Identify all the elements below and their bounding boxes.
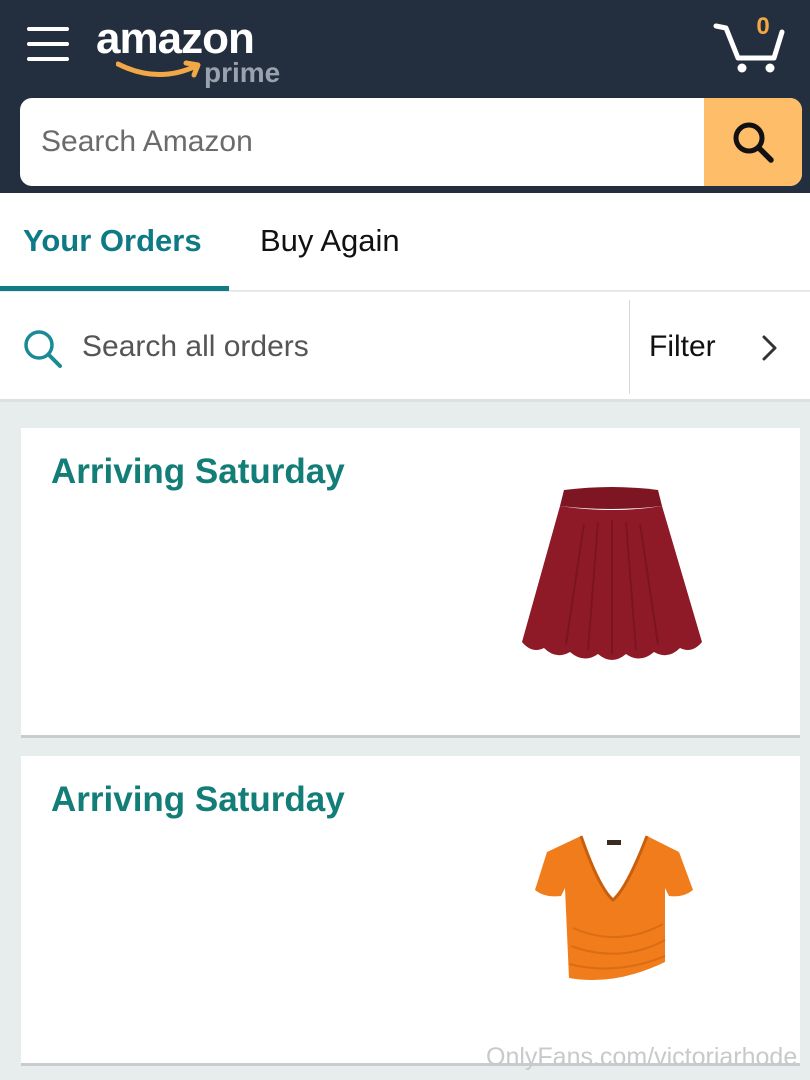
top-nav-bar: amazon prime 0 <box>0 0 810 193</box>
search-bar <box>20 98 802 186</box>
delivery-status: Arriving Saturday <box>51 452 345 491</box>
cart-button[interactable]: 0 <box>712 14 788 76</box>
logo-prime-text: prime <box>204 57 281 88</box>
search-orders-icon <box>24 330 62 368</box>
order-card[interactable]: Arriving Saturday <box>21 428 800 738</box>
filter-label: Filter <box>649 330 716 363</box>
search-orders-input[interactable] <box>82 312 612 382</box>
orange-top-product-image <box>535 835 693 980</box>
chevron-right-icon <box>762 335 777 361</box>
amazon-prime-logo[interactable]: amazon prime <box>96 14 296 90</box>
filter-button[interactable]: Filter <box>630 292 810 399</box>
order-search-row: Filter <box>0 292 810 402</box>
orders-tab-bar: Your Orders Buy Again <box>0 193 810 291</box>
watermark-text: OnlyFans.com/victoriarhode <box>486 1043 798 1071</box>
cart-count-badge: 0 <box>756 13 770 40</box>
delivery-status: Arriving Saturday <box>51 780 345 819</box>
tab-your-orders[interactable]: Your Orders <box>0 193 229 291</box>
logo-smile-icon <box>116 60 201 78</box>
tab-buy-again[interactable]: Buy Again <box>260 193 400 290</box>
search-input[interactable] <box>20 98 704 186</box>
order-card[interactable]: Arriving Saturday <box>21 756 800 1066</box>
cart-icon <box>713 23 785 73</box>
search-button[interactable] <box>704 98 802 186</box>
red-skirt-product-image <box>522 487 702 660</box>
menu-icon[interactable] <box>27 25 71 63</box>
search-icon <box>733 122 774 163</box>
